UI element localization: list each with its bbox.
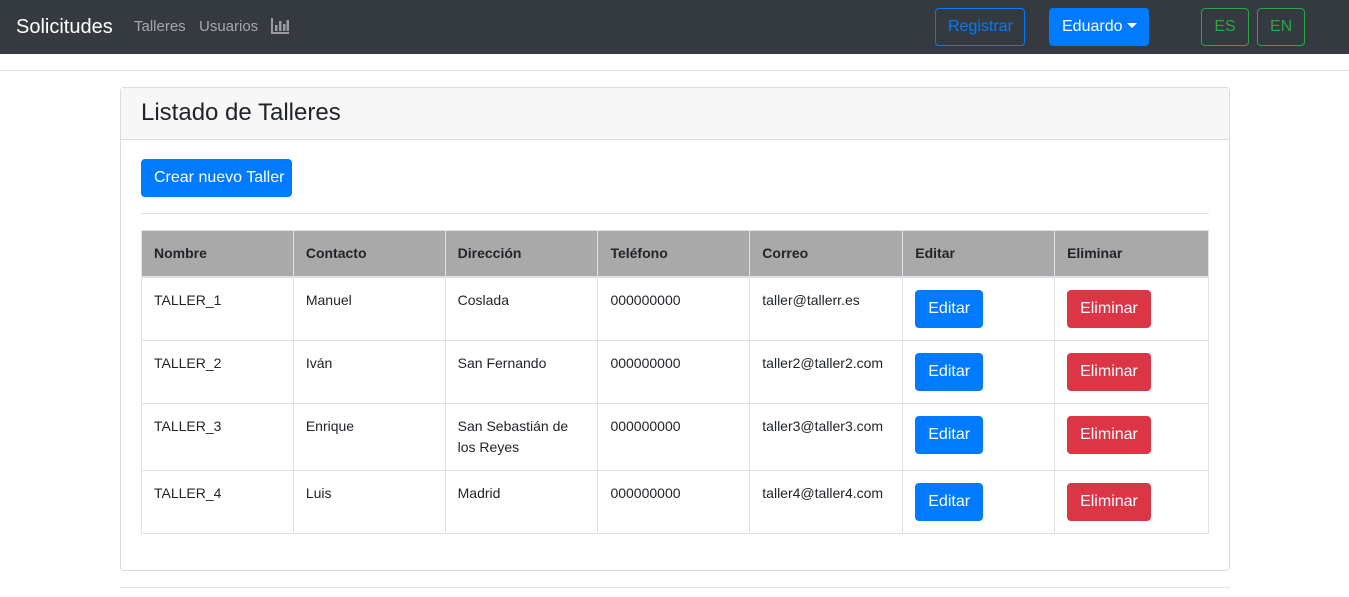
lang-es-button[interactable]: ES bbox=[1201, 8, 1249, 46]
table-row: TALLER_2 Iván San Fernando 000000000 tal… bbox=[141, 340, 1209, 404]
brand-link[interactable]: Solicitudes bbox=[16, 14, 113, 40]
header-correo: Correo bbox=[749, 230, 904, 278]
header-telefono: Teléfono bbox=[597, 230, 751, 278]
cell-eliminar: Eliminar bbox=[1054, 276, 1209, 341]
cell-contacto: Iván bbox=[292, 340, 446, 404]
cell-editar: Editar bbox=[902, 276, 1056, 341]
table-row: TALLER_3 Enrique San Sebastián de los Re… bbox=[141, 403, 1209, 471]
delete-button[interactable]: Eliminar bbox=[1067, 483, 1151, 521]
delete-button[interactable]: Eliminar bbox=[1067, 353, 1151, 391]
edit-button[interactable]: Editar bbox=[915, 416, 984, 454]
edit-button[interactable]: Editar bbox=[915, 353, 984, 391]
cell-contacto: Manuel bbox=[292, 276, 446, 341]
header-nombre: Nombre bbox=[141, 230, 294, 278]
cell-eliminar: Eliminar bbox=[1054, 403, 1209, 471]
delete-button[interactable]: Eliminar bbox=[1067, 289, 1151, 328]
cell-eliminar: Eliminar bbox=[1054, 340, 1209, 404]
cell-editar: Editar bbox=[902, 470, 1056, 534]
cell-telefono: 000000000 bbox=[597, 340, 751, 404]
nav-talleres[interactable]: Talleres bbox=[134, 18, 186, 36]
cell-nombre: TALLER_1 bbox=[141, 276, 294, 341]
top-divider bbox=[0, 70, 1349, 71]
cell-telefono: 000000000 bbox=[597, 403, 751, 471]
caret-down-icon bbox=[1126, 23, 1137, 28]
edit-button[interactable]: Editar bbox=[915, 483, 984, 521]
nav-usuarios[interactable]: Usuarios bbox=[199, 18, 258, 36]
user-name-label: Eduardo bbox=[1062, 18, 1123, 35]
cell-contacto: Luis bbox=[292, 470, 446, 534]
cell-editar: Editar bbox=[902, 340, 1056, 404]
create-taller-button[interactable]: Crear nuevo Taller bbox=[141, 159, 292, 197]
cell-direccion: San Sebastián de los Reyes bbox=[444, 403, 599, 471]
talleres-table: Nombre Contacto Dirección Teléfono Corre… bbox=[141, 230, 1209, 534]
table-row: TALLER_1 Manuel Coslada 000000000 taller… bbox=[141, 276, 1209, 341]
cell-direccion: Coslada bbox=[444, 276, 599, 341]
bar-chart-icon[interactable] bbox=[270, 17, 290, 35]
header-direccion: Dirección bbox=[444, 230, 599, 278]
cell-eliminar: Eliminar bbox=[1054, 470, 1209, 534]
header-editar: Editar bbox=[902, 230, 1056, 278]
divider bbox=[141, 213, 1209, 214]
cell-telefono: 000000000 bbox=[597, 470, 751, 534]
cell-editar: Editar bbox=[902, 403, 1056, 471]
cell-direccion: San Fernando bbox=[444, 340, 599, 404]
table-header-row: Nombre Contacto Dirección Teléfono Corre… bbox=[141, 230, 1209, 278]
edit-button[interactable]: Editar bbox=[915, 289, 984, 328]
cell-nombre: TALLER_4 bbox=[141, 470, 294, 534]
delete-button[interactable]: Eliminar bbox=[1067, 416, 1151, 454]
cell-direccion: Madrid bbox=[444, 470, 599, 534]
table-row: TALLER_4 Luis Madrid 000000000 taller4@t… bbox=[141, 470, 1209, 534]
cell-nombre: TALLER_2 bbox=[141, 340, 294, 404]
register-button[interactable]: Registrar bbox=[935, 8, 1025, 46]
cell-correo: taller@tallerr.es bbox=[749, 276, 904, 341]
card-header: Listado de Talleres bbox=[121, 88, 1229, 140]
navbar: Solicitudes Talleres Usuarios Registrar … bbox=[0, 0, 1349, 54]
header-contacto: Contacto bbox=[292, 230, 446, 278]
header-eliminar: Eliminar bbox=[1054, 230, 1209, 278]
lang-en-button[interactable]: EN bbox=[1257, 8, 1305, 46]
cell-contacto: Enrique bbox=[292, 403, 446, 471]
cell-correo: taller3@taller3.com bbox=[749, 403, 904, 471]
cell-nombre: TALLER_3 bbox=[141, 403, 294, 471]
user-dropdown-button[interactable]: Eduardo bbox=[1049, 8, 1149, 46]
cell-telefono: 000000000 bbox=[597, 276, 751, 341]
talleres-card: Listado de Talleres Crear nuevo Taller N… bbox=[120, 87, 1230, 571]
bottom-divider bbox=[120, 587, 1230, 588]
page-title: Listado de Talleres bbox=[141, 99, 341, 126]
cell-correo: taller4@taller4.com bbox=[749, 470, 904, 534]
cell-correo: taller2@taller2.com bbox=[749, 340, 904, 404]
